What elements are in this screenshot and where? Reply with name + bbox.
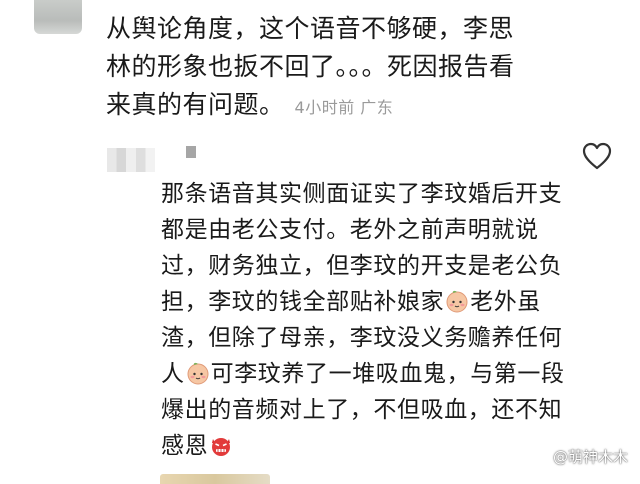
watermark-text: @萌神木木 — [552, 448, 628, 466]
reply-image-thumbnail[interactable] — [160, 474, 270, 484]
comment-body: 从舆论角度，这个语音不够硬，李思林的形象也扳不回了。。。死因报告看来真的有问题。… — [106, 10, 536, 127]
reply-username[interactable] — [186, 146, 196, 158]
comment-location: 广东 — [360, 98, 394, 117]
angry-devil-emoji-icon — [212, 438, 231, 456]
commenter-avatar[interactable] — [34, 0, 82, 34]
reply-body: 那条语音其实侧面证实了李玟婚后开支都是由老公支付。老外之前声明就说过，财务独立，… — [161, 176, 571, 464]
reply-avatar[interactable] — [107, 148, 155, 172]
comment-time: 4小时前 — [294, 98, 355, 117]
comment-meta: 4小时前 广东 — [295, 98, 394, 117]
peach-face-emoji-icon — [187, 362, 209, 385]
peach-face-emoji-icon — [446, 290, 468, 313]
like-heart-icon[interactable] — [582, 142, 612, 170]
watermark: @萌神木木 — [553, 446, 628, 467]
